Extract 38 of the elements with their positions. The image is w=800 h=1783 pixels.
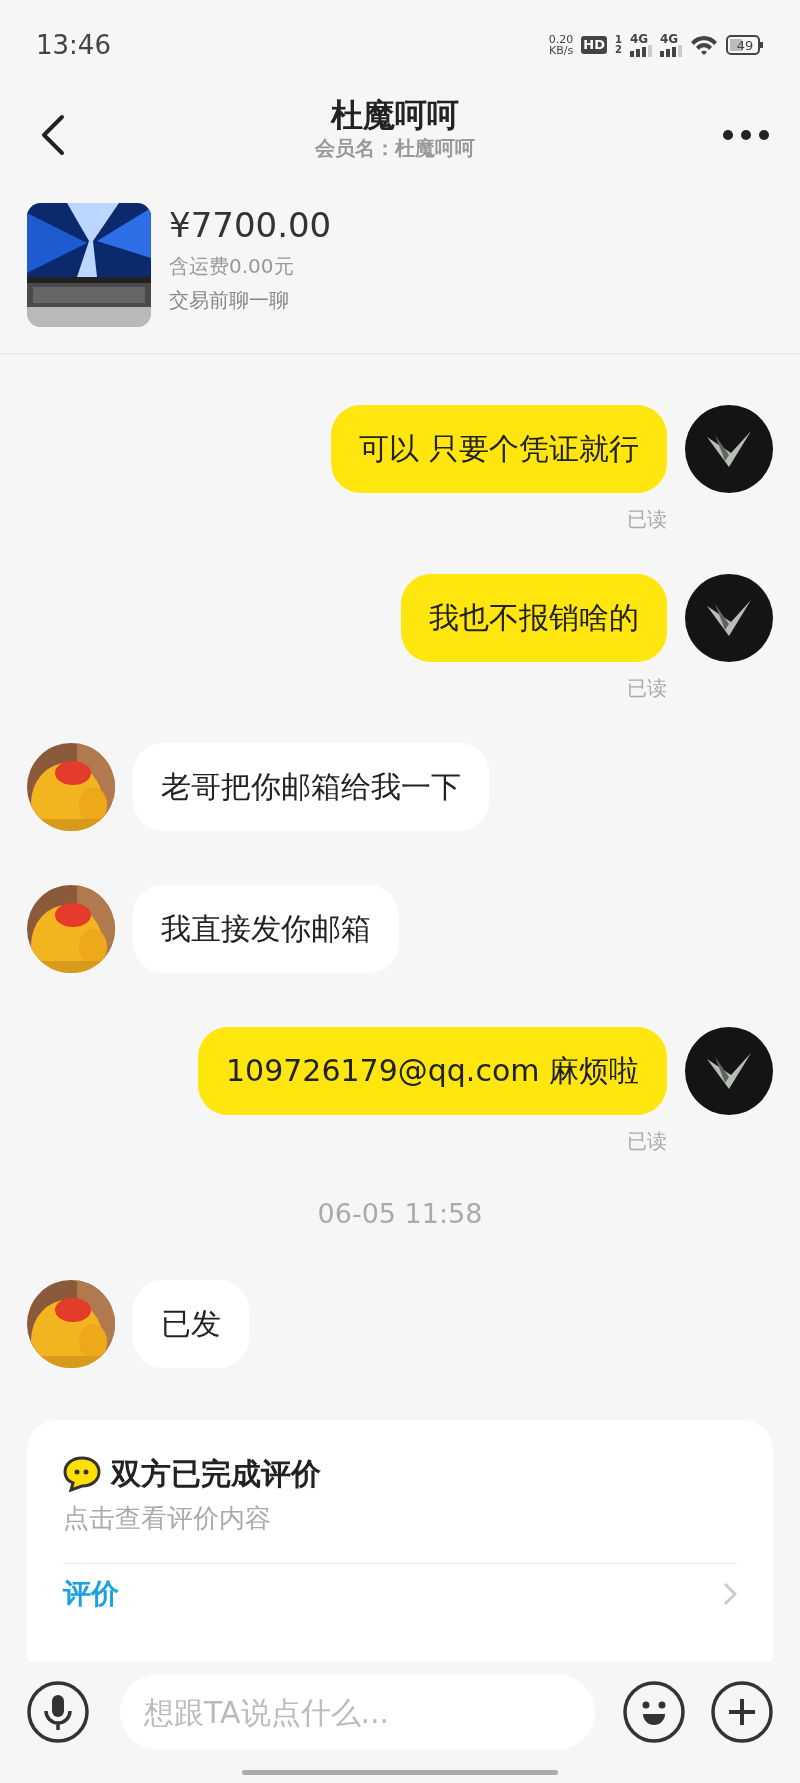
status-time: 13:46	[36, 30, 111, 60]
review-title: 双方已完成评价	[111, 1455, 321, 1493]
signal-icon	[630, 45, 652, 57]
message-bubble: 可以 只要个凭证就行	[331, 405, 667, 493]
message-bubble: 109726179@qq.com 麻烦啦	[198, 1027, 667, 1115]
message-input[interactable]: 想跟TA说点什么...	[120, 1674, 595, 1750]
read-status: 已读	[626, 506, 667, 532]
timestamp: 06-05 11:58	[317, 1198, 483, 1229]
message-bubble: 我直接发你邮箱	[133, 885, 399, 973]
member-name: 会员名：杜魔呵呵	[315, 135, 475, 161]
network-speed: 0.20	[548, 34, 574, 45]
read-status: 已读	[626, 675, 667, 701]
sim-number: 2	[615, 45, 622, 55]
chat-hint: 交易前聊一聊	[169, 287, 290, 313]
read-status: 已读	[626, 1128, 667, 1154]
message-bubble: 已发	[133, 1280, 249, 1368]
wifi-icon	[690, 34, 718, 56]
review-subtitle: 点击查看评价内容	[63, 1502, 737, 1564]
add-icon[interactable]	[711, 1681, 773, 1743]
emoji-icon[interactable]	[623, 1681, 685, 1743]
more-icon[interactable]	[722, 129, 770, 141]
chat-title: 杜魔呵呵	[331, 95, 459, 135]
chevron-right-icon	[723, 1582, 737, 1606]
sim-number: 1	[615, 35, 622, 45]
signal-icon	[660, 45, 682, 57]
network-type: 4G	[660, 33, 679, 45]
microphone-icon[interactable]	[27, 1681, 89, 1743]
message-bubble: 我也不报销啥的	[401, 574, 667, 662]
hd-badge: HD	[581, 36, 608, 54]
network-speed-unit: KB/s	[549, 45, 574, 56]
battery-icon	[726, 35, 764, 55]
product-price: ¥7700.00	[169, 205, 332, 245]
review-link[interactable]: 评价	[63, 1575, 119, 1613]
message-bubble: 老哥把你邮箱给我一下	[133, 743, 489, 831]
battery-level: 49	[736, 38, 754, 52]
shipping-fee: 含运费0.00元	[169, 253, 295, 279]
network-type: 4G	[630, 33, 649, 45]
chat-bubble-icon	[63, 1456, 101, 1492]
